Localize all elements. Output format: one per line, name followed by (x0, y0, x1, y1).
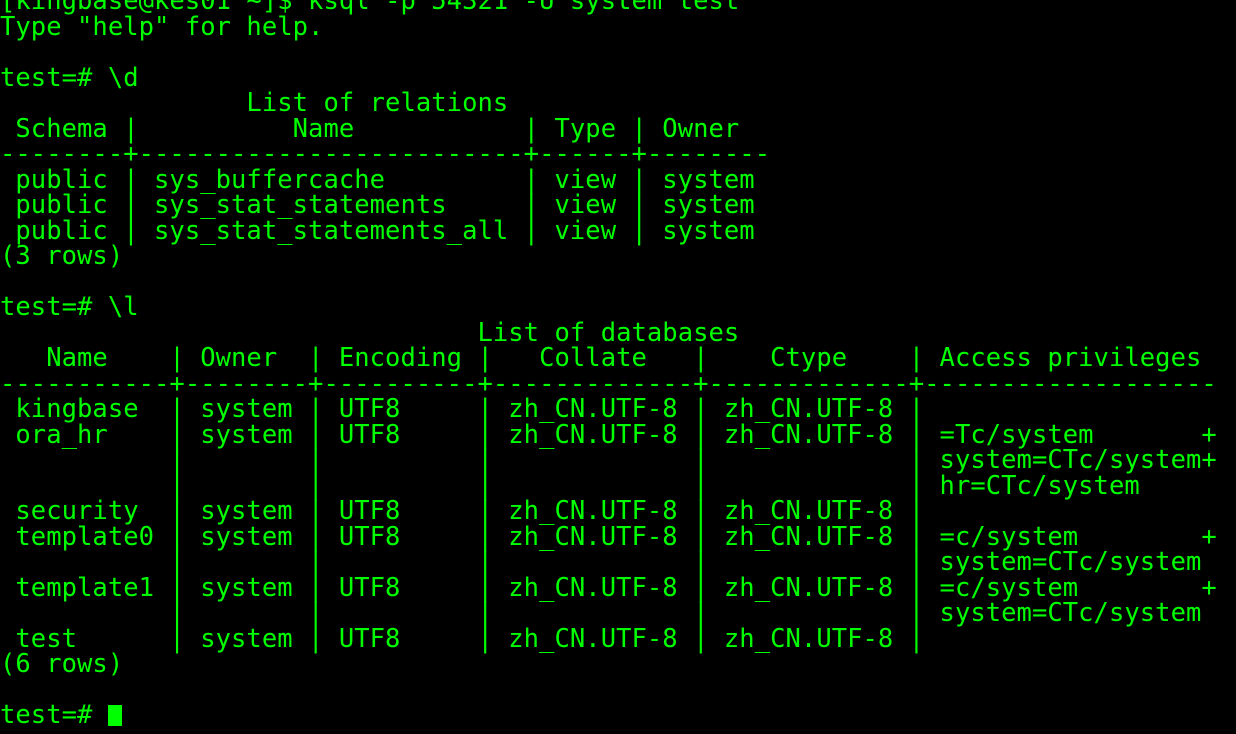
terminal-line: test=# \l (0, 292, 139, 322)
row-count: (6 rows) (0, 649, 124, 679)
table-row: public | sys_stat_statements | view | sy… (0, 190, 755, 220)
databases-header: Name | Owner | Encoding | Collate | Ctyp… (0, 343, 1202, 373)
table-row: | | | | | system=CTc/system (0, 598, 1202, 628)
row-count: (3 rows) (0, 241, 124, 271)
table-row: | | | | | system=CTc/system+ (0, 445, 1217, 475)
terminal-screen: [kingbase@kes01 ~]$ ksql -p 54321 -U sys… (0, 0, 1217, 729)
prompt-line[interactable]: test=# (0, 700, 1217, 730)
table-row: test | system | UTF8 | zh_CN.UTF-8 | zh_… (0, 623, 925, 654)
prompt-text: test=# (0, 700, 108, 730)
table-row: kingbase | system | UTF8 | zh_CN.UTF-8 |… (0, 394, 925, 424)
terminal-line: Type "help" for help. (0, 11, 324, 42)
table-row: public | sys_stat_statements_all | view … (0, 215, 755, 246)
cursor-icon (107, 705, 122, 726)
table-divider: --------+-------------------------+-----… (0, 139, 771, 169)
terminal-window[interactable]: [kingbase@kes01 ~]$ ksql -p 54321 -U sys… (0, 0, 1236, 734)
table-row: security | system | UTF8 | zh_CN.UTF-8 |… (0, 496, 925, 526)
table-row: | | | | | system=CTc/system (0, 547, 1202, 577)
relations-title: List of relations (0, 88, 509, 118)
